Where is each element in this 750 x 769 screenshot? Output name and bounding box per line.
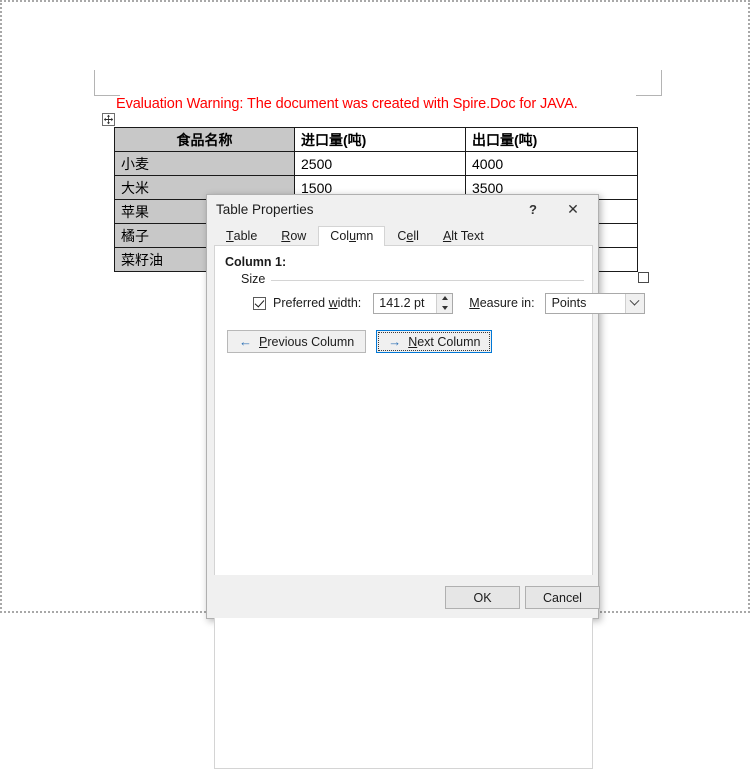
column-nav-row: ← Previous Column → Next Column — [227, 330, 492, 353]
preferred-width-label: Preferred width: — [273, 296, 361, 310]
label-accel-key: M — [469, 296, 479, 310]
table-row: 小麦 2500 4000 — [115, 152, 638, 176]
spinner-up-icon[interactable] — [437, 294, 452, 304]
table-cell: 小麦 — [115, 152, 295, 176]
table-header-cell: 食品名称 — [115, 128, 295, 152]
tab-label-post: lt Text — [451, 229, 483, 243]
label-accel-key: N — [408, 335, 417, 349]
help-icon[interactable]: ? — [516, 195, 550, 223]
tab-alt-text[interactable]: Alt Text — [431, 225, 496, 245]
preferred-width-checkbox[interactable] — [253, 297, 266, 310]
next-column-button[interactable]: → Next Column — [376, 330, 492, 353]
tab-label-pre: Col — [330, 229, 349, 243]
chevron-down-icon[interactable] — [625, 294, 644, 313]
measure-in-value: Points — [546, 296, 587, 310]
tab-cell[interactable]: Cell — [385, 225, 431, 245]
label-post: ext Column — [417, 335, 480, 349]
column-index-label: Column 1: — [225, 255, 286, 269]
table-properties-dialog: Table Properties ? ✕ Table Row Column Ce… — [206, 194, 599, 619]
preferred-width-input[interactable] — [374, 294, 436, 313]
dialog-titlebar[interactable]: Table Properties ? ✕ — [207, 195, 598, 225]
arrow-left-icon: ← — [239, 335, 252, 348]
tab-row[interactable]: Row — [269, 225, 318, 245]
margin-crop-mark-top-left — [94, 70, 120, 96]
dialog-title: Table Properties — [216, 202, 314, 217]
measure-in-label: Measure in: — [469, 296, 534, 310]
dialog-tabstrip: Table Row Column Cell Alt Text — [214, 226, 593, 246]
dialog-footer: OK Cancel — [207, 575, 598, 618]
tab-label-post: mn — [356, 229, 373, 243]
size-controls-row: Preferred width: Measure in: Points — [253, 292, 645, 314]
label-accel-key: w — [329, 296, 338, 310]
tab-column[interactable]: Column — [318, 226, 385, 246]
ok-button[interactable]: OK — [445, 586, 520, 609]
margin-crop-mark-top-right — [636, 70, 662, 96]
label-post: idth: — [338, 296, 362, 310]
size-group-rule — [241, 280, 584, 281]
document-page: Evaluation Warning: The document was cre… — [0, 0, 750, 613]
tab-accel-key: T — [226, 229, 234, 243]
next-column-label: Next Column — [408, 335, 480, 349]
tab-label-post: able — [234, 229, 258, 243]
tab-label-pre: C — [397, 229, 406, 243]
preferred-width-spinner[interactable] — [373, 293, 453, 314]
table-cell: 4000 — [466, 152, 638, 176]
column-tab-panel: Column 1: Size Preferred width: Measure … — [214, 245, 593, 769]
spinner-arrows[interactable] — [436, 294, 452, 313]
label-post: revious Column — [267, 335, 354, 349]
tab-accel-key: A — [443, 229, 451, 243]
previous-column-button[interactable]: ← Previous Column — [227, 330, 366, 353]
table-cell: 2500 — [295, 152, 466, 176]
tab-accel-key: R — [281, 229, 290, 243]
label-pre: Preferred — [273, 296, 329, 310]
spinner-down-icon[interactable] — [437, 303, 452, 313]
size-group-label: Size — [241, 272, 271, 286]
previous-column-label: Previous Column — [259, 335, 354, 349]
cancel-button[interactable]: Cancel — [525, 586, 600, 609]
measure-in-select[interactable]: Points — [545, 293, 645, 314]
table-header-cell: 出口量(吨) — [466, 128, 638, 152]
evaluation-warning-text: Evaluation Warning: The document was cre… — [116, 96, 578, 112]
table-resize-handle-icon[interactable] — [638, 272, 649, 283]
tab-table[interactable]: Table — [214, 225, 269, 245]
tab-label-post: ow — [290, 229, 306, 243]
arrow-right-icon: → — [388, 335, 401, 348]
close-icon[interactable]: ✕ — [556, 195, 590, 223]
tab-accel-key: u — [349, 229, 356, 243]
table-header-row: 食品名称 进口量(吨) 出口量(吨) — [115, 128, 638, 152]
table-move-handle-icon[interactable] — [102, 113, 115, 126]
label-post: easure in: — [480, 296, 535, 310]
tab-accel-key: e — [406, 229, 413, 243]
table-header-cell: 进口量(吨) — [295, 128, 466, 152]
tab-label-post: ll — [413, 229, 419, 243]
